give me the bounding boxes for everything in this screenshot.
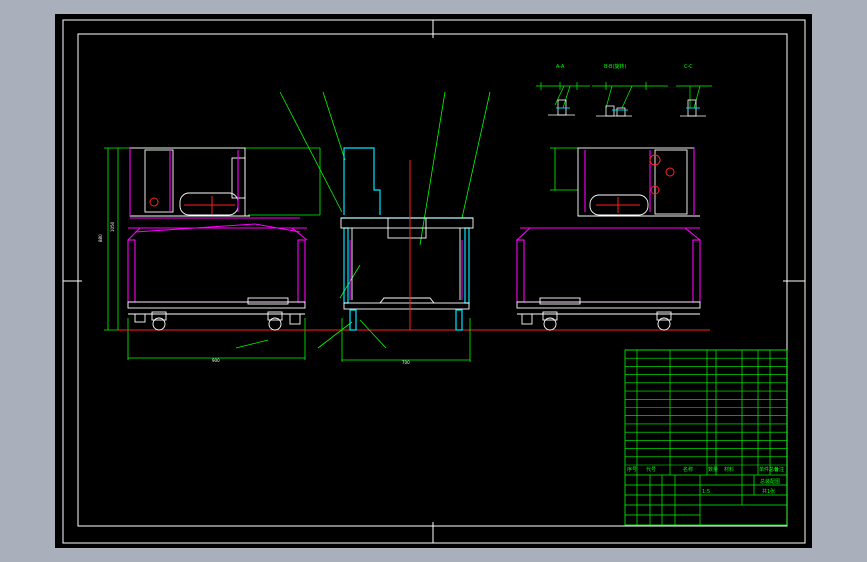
section-label-a: A-A xyxy=(556,64,565,70)
section-label-b: B-B(旋转) xyxy=(604,63,626,70)
title-sheet: 共1张 xyxy=(762,488,775,495)
header-no: 序号 xyxy=(627,466,637,473)
svg-text:880: 880 xyxy=(98,234,103,242)
section-label-c: C-C xyxy=(684,64,693,70)
sheet-background xyxy=(55,14,812,548)
header-code: 代号 xyxy=(646,466,656,473)
cad-drawing-sheet: 880 1050 900 700 A-A B-B(旋转) C-C 序号 代号 名… xyxy=(55,14,812,548)
header-remark: 备注 xyxy=(774,466,784,473)
title-scale: 1:5 xyxy=(702,489,710,495)
svg-text:900: 900 xyxy=(212,358,220,363)
cad-viewport[interactable]: 880 1050 900 700 A-A B-B(旋转) C-C 序号 代号 名… xyxy=(0,0,867,562)
header-material: 材料 xyxy=(724,466,734,473)
header-qty: 数量 xyxy=(708,466,718,473)
svg-text:1050: 1050 xyxy=(110,221,115,232)
header-name: 名称 xyxy=(683,466,693,473)
svg-text:700: 700 xyxy=(402,360,410,365)
title-drawing-name: 总装配图 xyxy=(760,478,780,485)
